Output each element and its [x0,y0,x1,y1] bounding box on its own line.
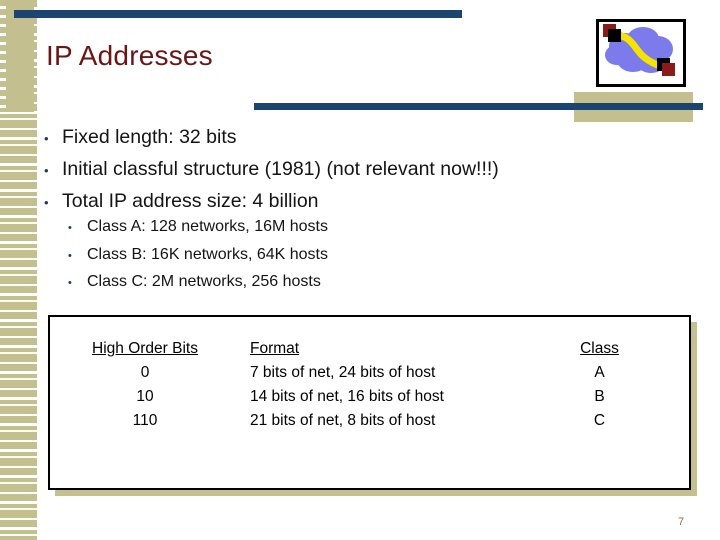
table-cell-bits: 10 [136,388,154,405]
bullet-text: Fixed length: 32 bits [62,126,237,148]
sub-bullet-item: • Class C: 2M networks, 256 hosts [68,269,568,297]
mid-blue-rule [254,103,703,110]
page-number: 7 [678,516,685,528]
network-cloud-icon [596,19,686,87]
table-cell-class: B [594,388,605,405]
table-row: 110 21 bits of net, 8 bits of host C [50,409,689,433]
table-cell-bits: 0 [140,364,150,381]
class-table-box: High Order Bits Format Class 0 7 bits of… [48,315,691,490]
bullet-list-level1: • Fixed length: 32 bits • Initial classf… [44,122,684,218]
table-cell-format: 7 bits of net, 24 bits of host [250,364,436,381]
bullet-item: • Initial classful structure (1981) (not… [44,154,684,186]
bullet-text: Initial classful structure (1981) (not r… [62,158,499,180]
sub-bullet-item: • Class B: 16K networks, 64K hosts [68,242,568,270]
top-blue-rule [14,10,462,18]
sub-bullet-text: Class C: 2M networks, 256 hosts [87,273,321,290]
node-red-2 [662,63,675,76]
table-cell-class: A [594,364,605,381]
table-cell-bits: 110 [132,412,158,429]
page-title: IP Addresses [46,40,213,71]
table-cell-format: 14 bits of net, 16 bits of host [250,388,444,405]
bullet-marker-icon: • [44,131,49,146]
table-header-cell: Format [250,340,300,357]
ip-class-table: High Order Bits Format Class 0 7 bits of… [50,317,689,433]
bullet-marker-icon: • [68,277,72,289]
table-header-cell: High Order Bits [92,340,198,357]
table-header-cell: Class [580,340,619,357]
bullet-text: Total IP address size: 4 billion [62,190,319,212]
sub-bullet-item: • Class A: 128 networks, 16M hosts [68,214,568,242]
bullet-item: • Fixed length: 32 bits [44,122,684,154]
bullet-list-level2: • Class A: 128 networks, 16M hosts • Cla… [68,214,568,297]
table-cell-class: C [593,412,606,429]
table-row: 10 14 bits of net, 16 bits of host B [50,385,689,409]
node-black-1 [608,29,621,42]
sub-bullet-text: Class B: 16K networks, 64K hosts [87,245,328,263]
bullet-marker-icon: • [68,222,72,234]
sub-bullet-text: Class A: 128 networks, 16M hosts [87,218,328,235]
table-cell-format: 21 bits of net, 8 bits of host [250,412,436,429]
bullet-marker-icon: • [44,163,49,178]
left-tan-block-notch [0,0,6,112]
table-row: 0 7 bits of net, 24 bits of host A [50,361,689,385]
table-header-row: High Order Bits Format Class [50,317,689,361]
slide-canvas: IP Addresses • Fixed length: 32 bits • I… [0,0,720,540]
bullet-marker-icon: • [68,249,72,262]
bullet-marker-icon: • [44,195,49,210]
